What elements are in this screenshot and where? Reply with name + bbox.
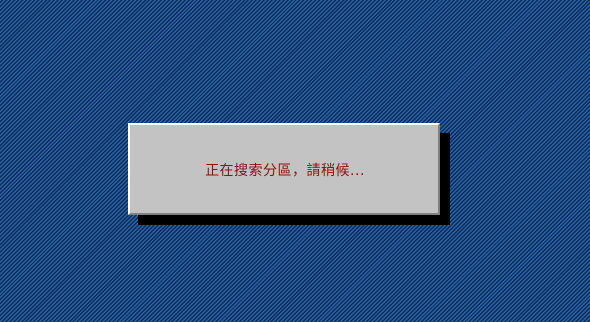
dialog-message: 正在搜索分區，請稍候...	[205, 162, 365, 179]
progress-dialog: 正在搜索分區，請稍候...	[128, 123, 440, 215]
